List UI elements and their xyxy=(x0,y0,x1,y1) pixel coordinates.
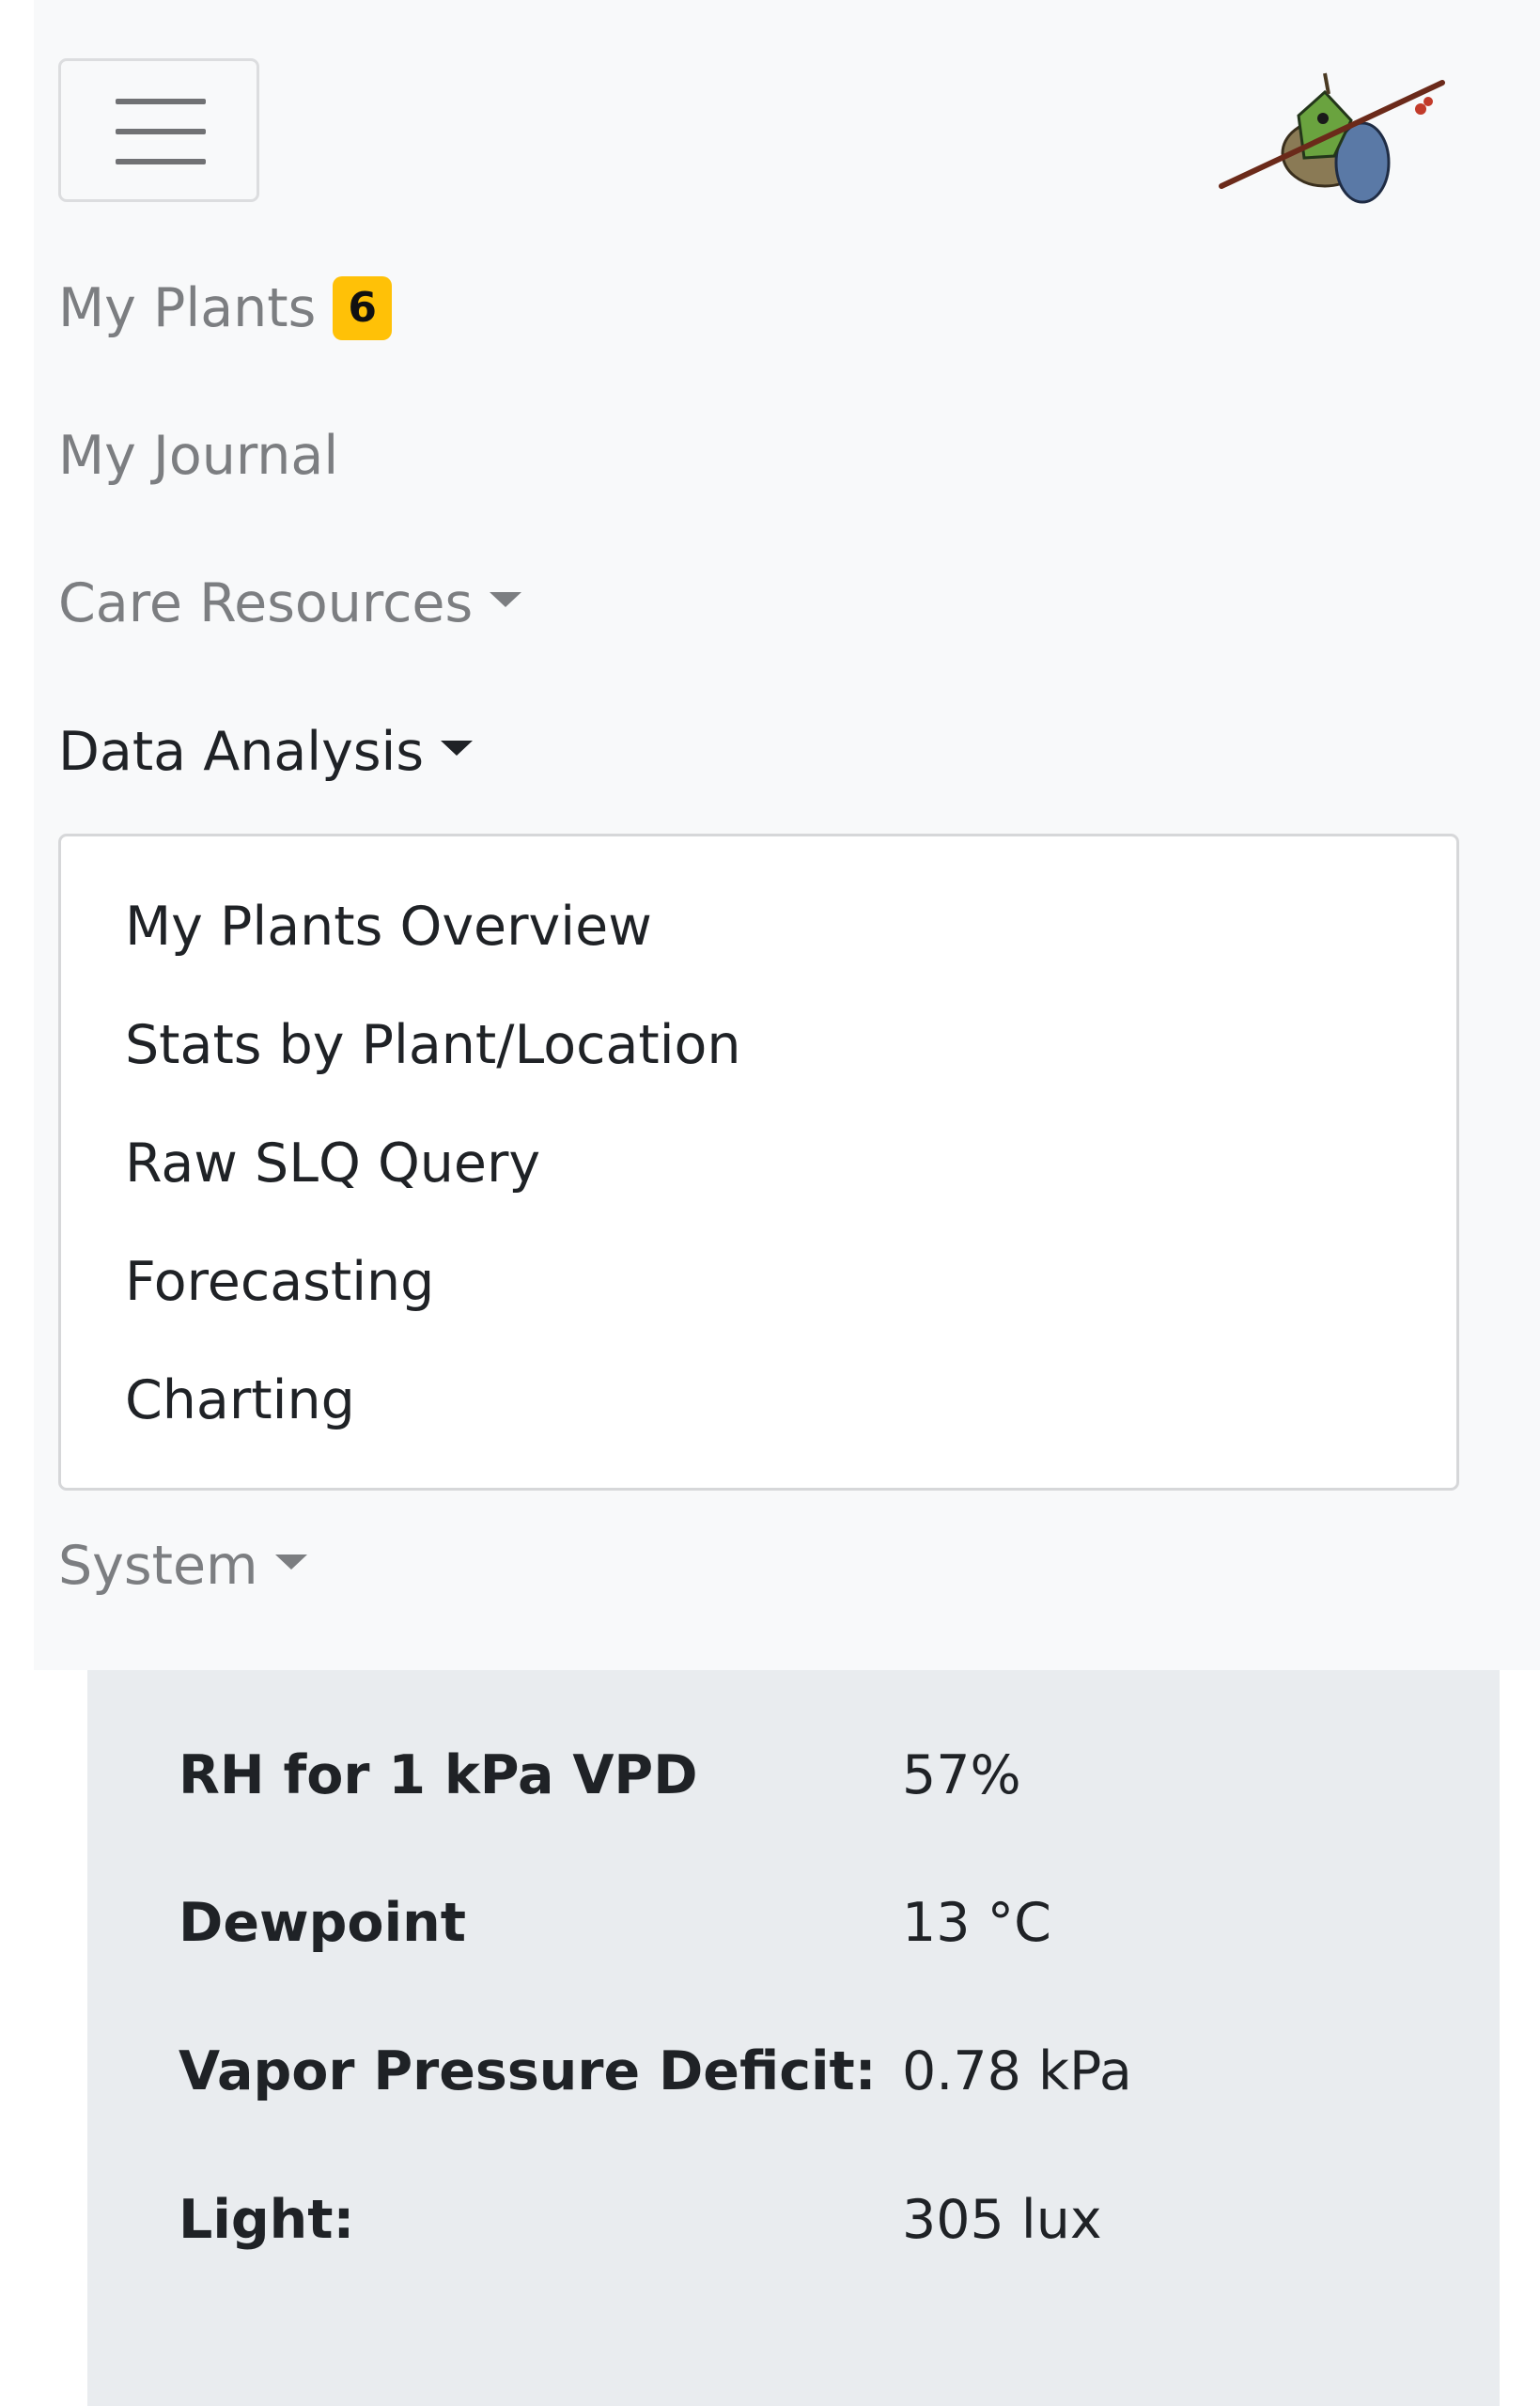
dropdown-item-stats-by-plant-location[interactable]: Stats by Plant/Location xyxy=(125,1014,741,1076)
stat-value-vpd: 0.78 kPa xyxy=(902,2040,1132,2102)
nav-system[interactable]: System xyxy=(58,1535,307,1597)
brand-logo[interactable] xyxy=(1212,64,1447,224)
caret-down-icon xyxy=(441,741,474,756)
nav-data-analysis[interactable]: Data Analysis xyxy=(58,721,474,783)
stat-label-light: Light: xyxy=(179,2189,355,2251)
dropdown-item-my-plants-overview[interactable]: My Plants Overview xyxy=(125,896,652,958)
nav-care-resources[interactable]: Care Resources xyxy=(58,572,522,634)
stat-label-vpd: Vapor Pressure Deficit: xyxy=(179,2040,877,2102)
hamburger-icon-line xyxy=(116,129,206,134)
nav-my-plants[interactable]: My Plants 6 xyxy=(58,276,392,340)
nav-data-analysis-label: Data Analysis xyxy=(58,721,425,783)
nav-system-label: System xyxy=(58,1535,258,1597)
hamburger-icon-line xyxy=(116,159,206,164)
dropdown-item-raw-sql-query[interactable]: Raw SLQ Query xyxy=(125,1133,540,1195)
stat-value-dewpoint: 13 °C xyxy=(902,1892,1051,1954)
dropdown-item-forecasting[interactable]: Forecasting xyxy=(125,1251,434,1313)
stat-label-rh-vpd: RH for 1 kPa VPD xyxy=(179,1744,698,1806)
nav-my-journal-label: My Journal xyxy=(58,425,339,487)
dropdown-item-charting[interactable]: Charting xyxy=(125,1369,355,1431)
navbar-toggle-button[interactable] xyxy=(58,58,259,202)
hamburger-icon-line xyxy=(116,99,206,104)
nav-my-plants-label: My Plants xyxy=(58,277,317,339)
nav-my-journal[interactable]: My Journal xyxy=(58,425,338,487)
caret-down-icon xyxy=(274,1555,307,1570)
stat-label-dewpoint: Dewpoint xyxy=(179,1892,466,1954)
stat-value-rh-vpd: 57% xyxy=(902,1744,1021,1806)
plant-count-badge: 6 xyxy=(333,276,392,340)
stat-value-light: 305 lux xyxy=(902,2189,1102,2251)
nav-care-resources-label: Care Resources xyxy=(58,572,474,634)
caret-down-icon xyxy=(490,592,522,607)
